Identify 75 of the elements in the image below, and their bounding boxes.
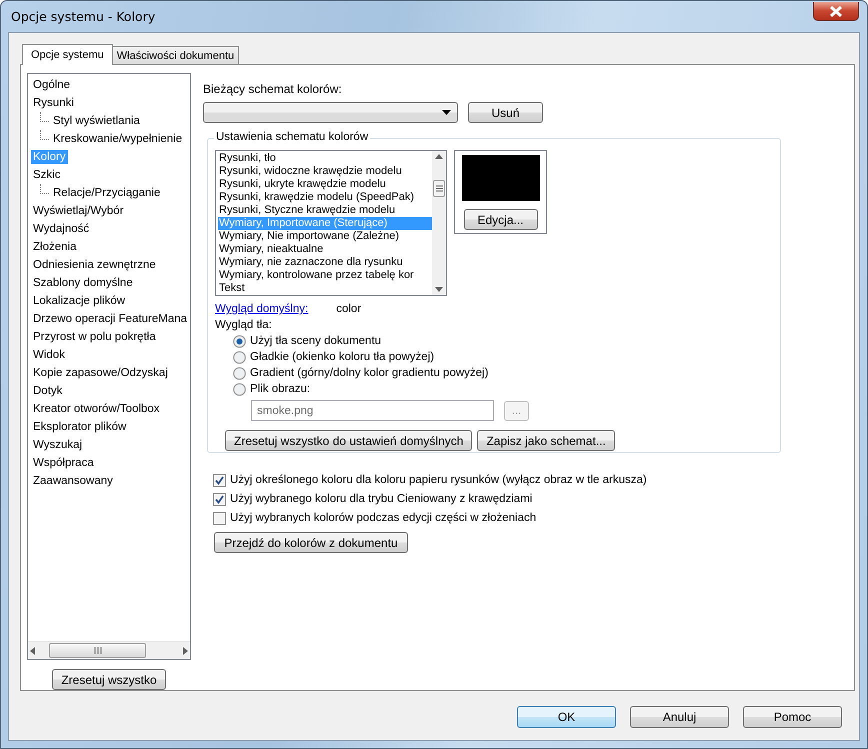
scrollbar[interactable] (432, 151, 446, 295)
arrow-up-icon (435, 154, 443, 159)
grip-icon (436, 184, 442, 192)
arrow-left-icon (30, 646, 35, 654)
checkbox-label: Użyj wybranych kolorów podczas edycji części w złożeniach (230, 512, 536, 524)
arrow-right-icon (183, 646, 188, 654)
tree-item[interactable]: Eksplorator plików (31, 420, 128, 434)
dialog-button[interactable]: OK (517, 706, 616, 728)
list-item[interactable]: Wymiary, nie zaznaczone dla rysunku (218, 256, 432, 269)
list-item[interactable]: Wymiary, kontrolowane przez tabelę kor (218, 269, 432, 282)
radio-label: Gradient (górny/dolny kolor gradientu powyżej) (250, 367, 488, 379)
radio-label: Plik obrazu: (250, 383, 310, 395)
scheme-label: Bieżący schemat kolorów: (203, 82, 343, 96)
default-appearance-value: color (336, 303, 362, 315)
tree-item[interactable]: Odniesienia zewnętrzne (31, 258, 158, 272)
tree-item[interactable]: Rysunki (31, 96, 76, 110)
arrow-down-icon (435, 287, 443, 292)
checkbox[interactable] (213, 512, 226, 524)
radio-label: Użyj tła sceny dokumentu (250, 335, 382, 347)
list-item[interactable]: Wymiary, Nie importowane (Zależne) (218, 230, 432, 243)
checkbox-label: Użyj określonego koloru dla koloru papieru rysunków (wyłącz obraz w tle arkusza) (230, 474, 647, 486)
radio-button[interactable] (233, 350, 246, 364)
tree-item[interactable]: Wyświetlaj/Wybór (31, 204, 126, 218)
tree-item[interactable]: Widok (31, 348, 67, 362)
tree-item[interactable]: Lokalizacje plików (31, 294, 128, 308)
dialog-button[interactable]: Pomoc (743, 706, 842, 728)
dialog-button[interactable]: Anuluj (630, 706, 729, 728)
tree-item[interactable]: Złożenia (31, 240, 78, 254)
tree-item[interactable]: Relacje/Przyciąganie (51, 186, 162, 200)
list-item[interactable]: Rysunki, krawędzie modelu (SpeedPak) (218, 191, 432, 204)
tree-item[interactable]: Szablony domyślne (31, 276, 135, 290)
tab[interactable]: Opcje systemu (22, 44, 113, 65)
checkbox[interactable] (213, 492, 226, 506)
close-button[interactable] (813, 2, 859, 21)
tree-item[interactable]: Styl wyświetlania (51, 114, 142, 128)
background-label: Wygląd tła: (215, 319, 273, 331)
checkbox[interactable] (213, 474, 226, 486)
list-item[interactable]: Rysunki, tło (218, 152, 432, 165)
tree-item[interactable]: Wyszukaj (31, 438, 84, 452)
tree-item[interactable]: Przyrost w polu pokrętła (31, 330, 158, 344)
tree-item[interactable]: Kreator otworów/Toolbox (31, 402, 162, 416)
radio-button[interactable] (233, 334, 246, 348)
delete-button[interactable]: Usuń (468, 102, 543, 123)
document-colors-button[interactable]: Przejdź do kolorów z dokumentu (214, 532, 408, 553)
group-title: Ustawienia schematu kolorów (214, 131, 370, 143)
edit-button[interactable]: Edycja... (464, 209, 538, 230)
radio-button[interactable] (233, 366, 246, 380)
tree-item[interactable]: Dotyk (31, 384, 64, 398)
reset-defaults-button[interactable]: Zresetuj wszystko do ustawień domyślnych (225, 430, 472, 451)
list-item[interactable]: Rysunki, widoczne krawędzie modelu (218, 165, 432, 178)
tree-item[interactable]: Kopie zapasowe/Odzyskaj (31, 366, 170, 380)
tree-item[interactable]: Drzewo operacji FeatureMana (31, 312, 190, 326)
tab[interactable]: Właściwości dokumentu (112, 46, 240, 64)
tree-item[interactable]: Zaawansowany (31, 474, 115, 488)
list-item[interactable]: Wymiary, nieaktualne (218, 243, 432, 256)
tree-item[interactable]: Wydajność (31, 222, 92, 236)
window-title: Opcje systemu - Kolory (11, 9, 156, 24)
list-item[interactable]: Tekst (218, 282, 432, 295)
list-item[interactable]: Rysunki, Styczne krawędzie modelu (218, 204, 432, 217)
radio-button[interactable] (233, 382, 246, 396)
radio-label: Gładkie (okienko koloru tła powyżej) (250, 351, 434, 363)
scheme-dropdown[interactable] (203, 102, 458, 123)
caret-icon (442, 110, 451, 115)
default-appearance-link[interactable]: Wygląd domyślny: (215, 303, 308, 315)
close-icon (829, 6, 843, 16)
reset-all-button[interactable]: Zresetuj wszystko (52, 669, 166, 690)
tree-item[interactable]: Współpraca (31, 456, 96, 470)
save-scheme-button[interactable]: Zapisz jako schemat... (477, 430, 615, 451)
scrollbar[interactable] (28, 641, 190, 659)
list-item[interactable]: Rysunki, ukryte krawędzie modelu (218, 178, 432, 191)
tree-item[interactable]: Ogólne (31, 78, 72, 92)
tree-item[interactable]: Szkic (31, 168, 62, 182)
tree-item[interactable]: Kreskowanie/wypełnienie (51, 132, 184, 146)
checkbox-label: Użyj wybranego koloru dla trybu Cieniowany z krawędziami (230, 493, 532, 505)
grip-icon (94, 647, 102, 654)
